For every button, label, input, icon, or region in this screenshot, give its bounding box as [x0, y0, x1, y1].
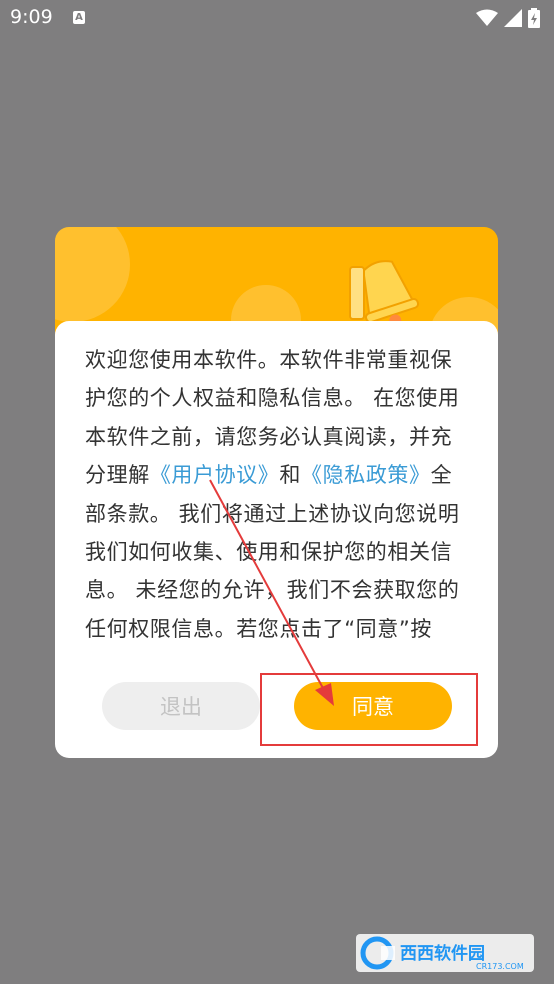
- svg-text:CR173.COM: CR173.COM: [476, 962, 524, 971]
- system-icons: [476, 8, 540, 28]
- header-decoration: [55, 227, 130, 322]
- terms-text[interactable]: 欢迎您使用本软件。本软件非常重视保护您的个人权益和隐私信息。 在您使用本软件之前…: [85, 341, 465, 654]
- terms-and: 和: [279, 463, 302, 488]
- svg-text:西西软件园: 西西软件园: [400, 943, 485, 964]
- user-agreement-link[interactable]: 《用户协议》: [150, 463, 280, 487]
- terms-rest: 全部条款。 我们将通过上述协议向您说明我们如何收集、使用和保护您的相关信息。 未…: [85, 463, 460, 641]
- exit-button[interactable]: 退出: [102, 682, 260, 730]
- battery-icon: [528, 8, 540, 28]
- privacy-policy-link[interactable]: 《隐私政策》: [301, 463, 431, 487]
- status-time: 9:09: [10, 6, 53, 28]
- site-watermark-logo: 西西软件园 CR173.COM: [356, 934, 534, 972]
- notification-icon: A: [73, 11, 85, 24]
- status-bar: 9:09 A: [0, 0, 554, 36]
- annotation-highlight-box: [260, 673, 478, 746]
- signal-icon: [504, 9, 522, 27]
- wifi-icon: [476, 9, 498, 26]
